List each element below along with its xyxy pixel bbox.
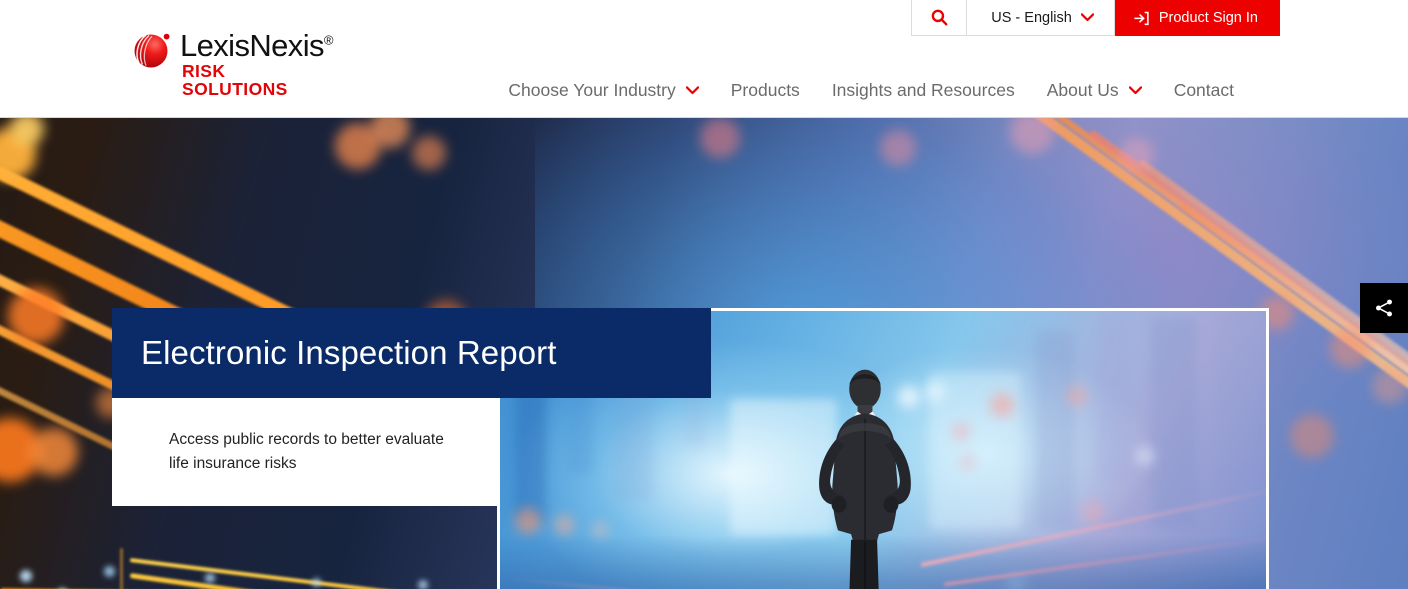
nav-item-insights-and-resources[interactable]: Insights and Resources: [816, 76, 1031, 105]
product-sign-in-label: Product Sign In: [1158, 10, 1258, 26]
sign-in-icon: [1134, 11, 1149, 25]
hero-description-card: Access public records to better evaluate…: [112, 398, 497, 506]
page-title: Electronic Inspection Report: [141, 333, 557, 371]
search-icon: [931, 9, 948, 26]
nav-label: Choose Your Industry: [508, 80, 676, 100]
logo-wordmark: LexisNexis®: [180, 30, 333, 61]
site-header: US - English Product Sign In LexisNexis®…: [0, 0, 1408, 118]
lexisnexis-sphere-icon: [134, 33, 170, 68]
hero-description: Access public records to better evaluate…: [169, 431, 444, 473]
nav-item-choose-your-industry[interactable]: Choose Your Industry: [492, 76, 714, 105]
logo-tagline: RISK SOLUTIONS: [182, 61, 288, 99]
registered-mark: ®: [323, 32, 334, 48]
site-logo[interactable]: LexisNexis® RISK SOLUTIONS: [132, 28, 333, 97]
utility-bar: US - English Product Sign In: [911, 0, 1280, 36]
nav-label: Products: [730, 80, 800, 100]
nav-item-contact[interactable]: Contact: [1158, 76, 1250, 105]
businessman-figure: [819, 370, 912, 589]
logo-wordmark-text: LexisNexis: [180, 28, 324, 63]
share-button[interactable]: [1360, 283, 1408, 333]
language-selector[interactable]: US - English: [967, 0, 1115, 36]
nav-label: About Us: [1046, 80, 1119, 100]
chevron-down-icon: [685, 86, 699, 95]
language-label: US - English: [991, 9, 1072, 26]
search-button[interactable]: [911, 0, 968, 36]
chevron-down-icon: [1128, 86, 1142, 95]
chevron-down-icon: [1080, 13, 1094, 22]
nav-label: Contact: [1173, 80, 1234, 100]
main-navigation: Choose Your Industry Products Insights a…: [492, 76, 1250, 105]
page-root: US - English Product Sign In LexisNexis®…: [0, 0, 1408, 589]
nav-item-products[interactable]: Products: [715, 76, 816, 105]
share-icon: [1376, 299, 1392, 317]
product-sign-in-button[interactable]: Product Sign In: [1114, 0, 1280, 36]
hero-title-box: Electronic Inspection Report: [112, 308, 711, 398]
nav-label: Insights and Resources: [831, 80, 1015, 100]
hero-banner: Electronic Inspection Report Access publ…: [0, 118, 1408, 589]
nav-item-about-us[interactable]: About Us: [1031, 76, 1158, 105]
